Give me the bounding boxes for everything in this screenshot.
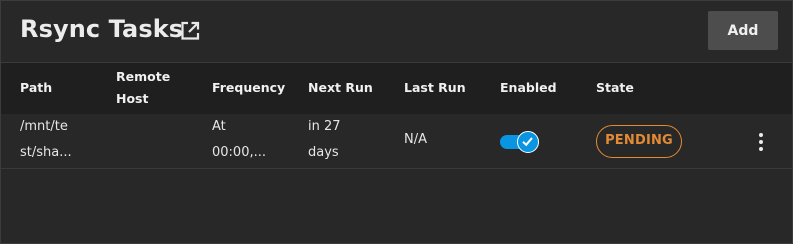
column-header-state[interactable]: State — [596, 77, 634, 99]
open-in-new-icon[interactable] — [179, 20, 201, 42]
cell-path-line-1: /mnt/te — [20, 119, 68, 134]
status-badge[interactable]: PENDING — [596, 125, 682, 158]
card-header: Rsync Tasks Add — [1, 1, 792, 62]
column-header-remote-host[interactable]: Remote Host — [116, 66, 176, 110]
more-vert-icon[interactable] — [751, 130, 771, 154]
column-header-path[interactable]: Path — [20, 77, 52, 99]
enabled-toggle[interactable] — [499, 130, 540, 154]
page-title: Rsync Tasks — [20, 15, 184, 43]
rsync-tasks-card: Rsync Tasks Add Path Remote Host Frequen… — [0, 0, 793, 244]
column-header-frequency[interactable]: Frequency — [212, 77, 285, 99]
add-button[interactable]: Add — [708, 11, 778, 50]
cell-frequency-line-2: 00:00,... — [212, 145, 266, 160]
column-header-next-run[interactable]: Next Run — [308, 77, 373, 99]
column-header-enabled[interactable]: Enabled — [500, 77, 557, 99]
cell-frequency-line-1: At — [212, 119, 226, 134]
toggle-knob — [517, 131, 539, 153]
cell-last-run: N/A — [404, 132, 427, 147]
check-icon — [522, 137, 533, 147]
cell-next-run-line-1: in 27 — [308, 119, 341, 134]
cell-next-run-line-2: days — [308, 145, 339, 160]
table-header: Path Remote Host Frequency Next Run Last… — [1, 62, 792, 114]
column-header-last-run[interactable]: Last Run — [404, 77, 466, 99]
cell-path-line-2: st/sha... — [20, 145, 72, 160]
table-row[interactable]: /mnt/te st/sha... At 00:00,... in 27 day… — [1, 114, 792, 169]
